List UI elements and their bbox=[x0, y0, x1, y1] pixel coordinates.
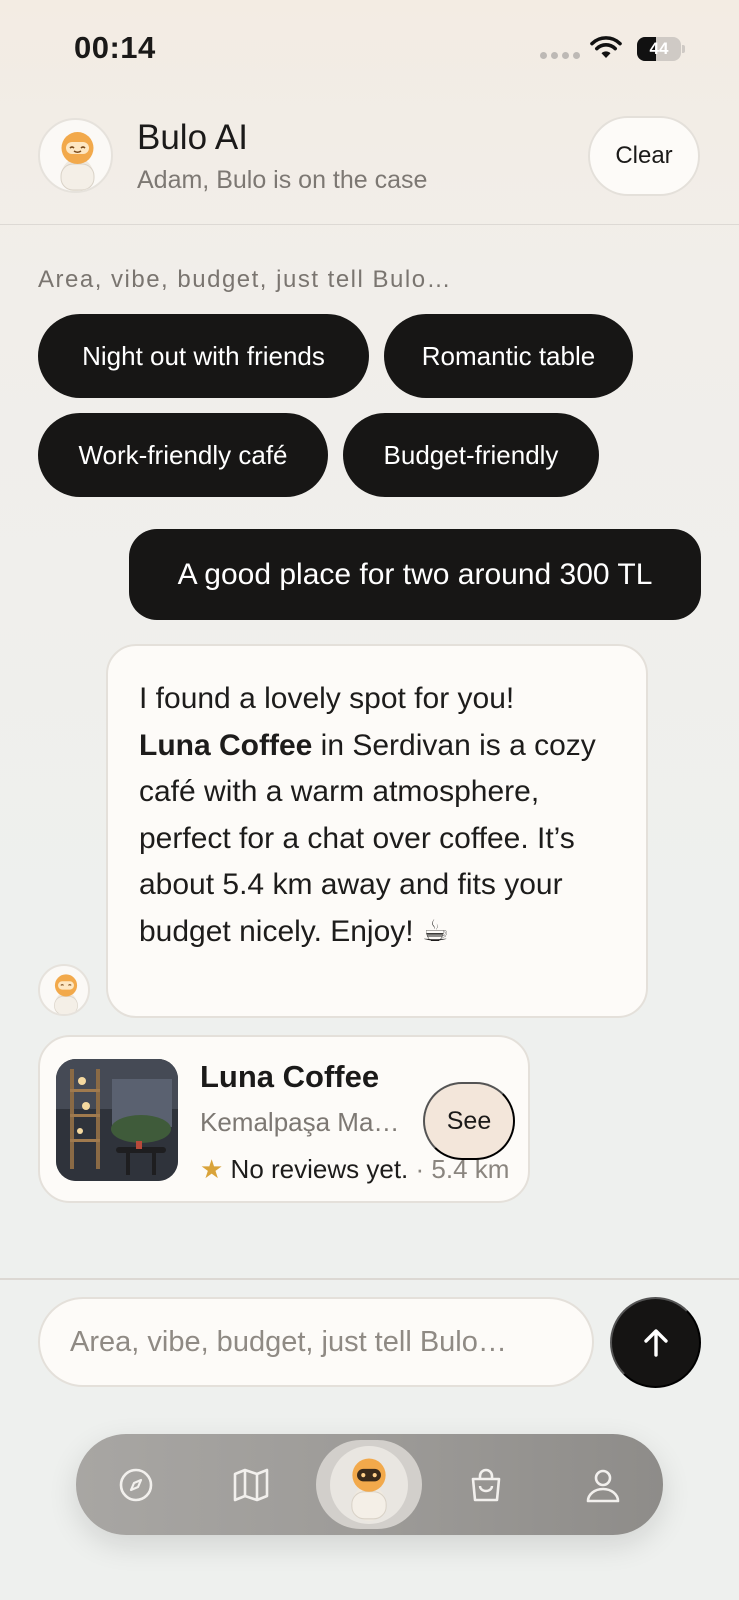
chat-title: Bulo AI bbox=[137, 118, 248, 157]
bot-message-intro: I found a lovely spot for you! bbox=[139, 682, 515, 715]
message-input[interactable] bbox=[38, 1297, 594, 1387]
wifi-icon bbox=[590, 36, 622, 58]
cellular-signal-icon bbox=[540, 52, 580, 59]
suggestion-hint: Area, vibe, budget, just tell Bulo… bbox=[38, 266, 453, 293]
chip-budget-friendly[interactable]: Budget-friendly bbox=[343, 413, 599, 497]
send-button[interactable] bbox=[610, 1297, 701, 1388]
user-message: A good place for two around 300 TL bbox=[129, 529, 701, 620]
tab-profile[interactable] bbox=[563, 1434, 643, 1535]
bulo-mascot-icon bbox=[351, 1457, 387, 1521]
place-card[interactable]: Luna Coffee Kemalpaşa Mahallesi ★ No rev… bbox=[38, 1035, 530, 1203]
shopping-bag-icon bbox=[471, 1468, 501, 1501]
bot-message: I found a lovely spot for you! Luna Coff… bbox=[106, 644, 648, 1018]
battery-level: 44 bbox=[649, 39, 669, 58]
clear-button[interactable]: Clear bbox=[588, 116, 700, 196]
bulo-mascot-icon bbox=[60, 132, 95, 191]
arrow-up-icon bbox=[643, 1328, 668, 1357]
tab-bulo-ai[interactable] bbox=[316, 1440, 422, 1529]
compass-icon bbox=[119, 1468, 153, 1501]
place-name: Luna Coffee bbox=[200, 1059, 380, 1094]
see-place-button[interactable]: See bbox=[423, 1082, 515, 1160]
status-bar: 00:14 44 bbox=[0, 0, 739, 96]
chat-header: Bulo AI Adam, Bulo is on the case Clear bbox=[0, 100, 739, 225]
battery-icon: 44 bbox=[637, 37, 685, 61]
place-address: Kemalpaşa Mahallesi bbox=[200, 1107, 400, 1137]
bulo-mascot-icon bbox=[54, 974, 78, 1014]
status-time: 00:14 bbox=[74, 30, 156, 65]
profile-icon bbox=[586, 1469, 620, 1502]
map-icon bbox=[233, 1468, 269, 1501]
chip-romantic-table[interactable]: Romantic table bbox=[384, 314, 633, 398]
bot-message-place: Luna Coffee bbox=[139, 728, 313, 762]
composer-divider bbox=[0, 1278, 739, 1280]
place-photo bbox=[56, 1059, 178, 1181]
chat-subtitle: Adam, Bulo is on the case bbox=[137, 166, 428, 194]
tab-shop[interactable] bbox=[446, 1434, 526, 1535]
place-reviews: No reviews yet. bbox=[230, 1154, 409, 1184]
bot-avatar bbox=[38, 964, 90, 1016]
star-icon: ★ bbox=[200, 1154, 224, 1184]
chip-work-friendly[interactable]: Work-friendly café bbox=[38, 413, 328, 497]
chip-night-out[interactable]: Night out with friends bbox=[38, 314, 369, 398]
tab-explore[interactable] bbox=[96, 1434, 176, 1535]
bulo-avatar bbox=[38, 118, 113, 193]
tab-bar bbox=[76, 1434, 663, 1535]
tab-map[interactable] bbox=[211, 1434, 291, 1535]
